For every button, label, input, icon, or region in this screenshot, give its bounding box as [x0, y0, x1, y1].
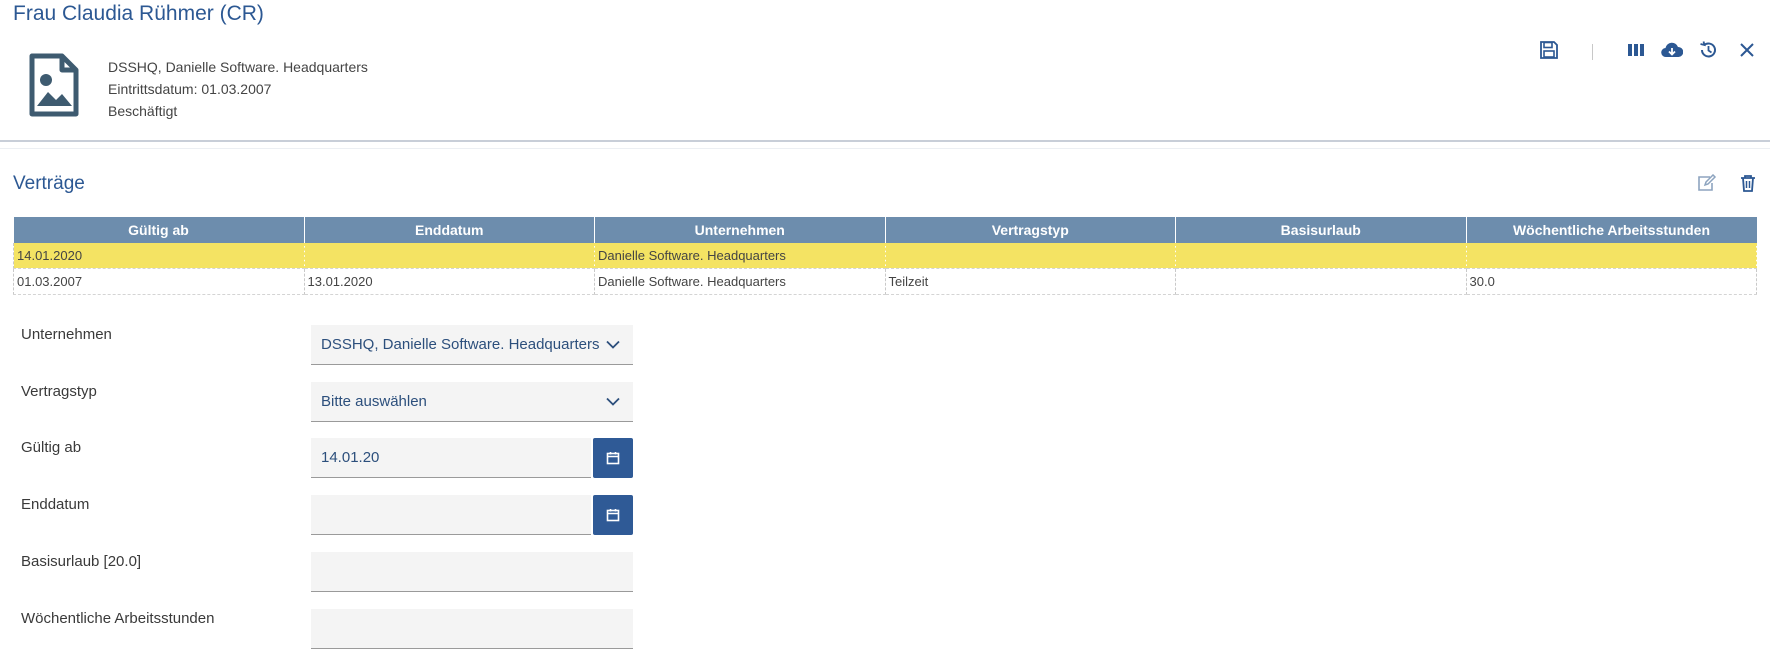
contracts-table: Gültig ab Enddatum Unternehmen Vertragst…	[13, 217, 1757, 295]
column-header[interactable]: Basisurlaub	[1175, 217, 1467, 243]
table-row[interactable]: 14.01.2020 Danielle Software. Headquarte…	[13, 243, 1757, 269]
column-header[interactable]: Vertragstyp	[885, 217, 1176, 243]
close-icon[interactable]	[1734, 37, 1760, 63]
table-cell: Danielle Software. Headquarters	[594, 243, 886, 269]
table-cell: 01.03.2007	[13, 268, 305, 295]
enddatum-input[interactable]	[311, 495, 591, 535]
chevron-down-icon	[603, 397, 623, 406]
vertragstyp-value: Bitte auswählen	[321, 393, 427, 410]
arbeitsstunden-input[interactable]	[311, 609, 633, 649]
toolbar-separator	[1592, 44, 1593, 60]
table-header-row: Gültig ab Enddatum Unternehmen Vertragst…	[13, 217, 1757, 243]
table-cell: 30.0	[1466, 268, 1757, 295]
chevron-down-icon	[603, 340, 623, 349]
employee-meta: DSSHQ, Danielle Software. Headquarters E…	[108, 56, 368, 122]
table-cell	[885, 243, 1176, 269]
meta-company: DSSHQ, Danielle Software. Headquarters	[108, 59, 368, 75]
trash-icon[interactable]	[1735, 170, 1761, 196]
arbeitsstunden-label: Wöchentliche Arbeitsstunden	[21, 610, 215, 627]
unternehmen-select[interactable]: DSSHQ, Danielle Software. Headquarters	[311, 325, 633, 365]
cloud-download-icon[interactable]	[1659, 37, 1685, 63]
table-cell	[1175, 268, 1467, 295]
column-header[interactable]: Wöchentliche Arbeitsstunden	[1466, 217, 1757, 243]
vertragstyp-label: Vertragstyp	[21, 383, 97, 400]
column-header[interactable]: Enddatum	[304, 217, 595, 243]
header-divider	[0, 140, 1770, 142]
history-icon[interactable]	[1695, 37, 1721, 63]
profile-image-placeholder-icon	[26, 52, 82, 118]
table-cell	[304, 243, 595, 269]
columns-icon[interactable]	[1623, 37, 1649, 63]
table-row[interactable]: 01.03.2007 13.01.2020 Danielle Software.…	[13, 268, 1757, 295]
enddatum-label: Enddatum	[21, 496, 90, 513]
basisurlaub-input[interactable]	[311, 552, 633, 592]
save-icon[interactable]	[1536, 37, 1562, 63]
calendar-icon[interactable]	[593, 495, 633, 535]
table-cell	[1175, 243, 1467, 269]
table-cell: 14.01.2020	[13, 243, 305, 269]
column-header[interactable]: Gültig ab	[13, 217, 305, 243]
table-cell	[1466, 243, 1757, 269]
table-cell: 13.01.2020	[304, 268, 595, 295]
vertragstyp-select[interactable]: Bitte auswählen	[311, 382, 633, 422]
section-title: Verträge	[13, 173, 85, 194]
calendar-icon[interactable]	[593, 438, 633, 478]
header-divider-light	[0, 148, 1770, 149]
page-title: Frau Claudia Rühmer (CR)	[13, 2, 264, 25]
gueltig-ab-input[interactable]	[311, 438, 591, 478]
gueltig-ab-label: Gültig ab	[21, 439, 82, 456]
table-cell: Danielle Software. Headquarters	[594, 268, 886, 295]
unternehmen-label: Unternehmen	[21, 326, 112, 343]
meta-status: Beschäftigt	[108, 103, 178, 119]
table-cell: Teilzeit	[885, 268, 1176, 295]
edit-icon[interactable]	[1694, 170, 1720, 196]
meta-entry-date: Eintrittsdatum: 01.03.2007	[108, 81, 272, 97]
column-header[interactable]: Unternehmen	[594, 217, 886, 243]
unternehmen-value: DSSHQ, Danielle Software. Headquarters	[321, 336, 600, 353]
basisurlaub-label: Basisurlaub [20.0]	[21, 553, 142, 570]
